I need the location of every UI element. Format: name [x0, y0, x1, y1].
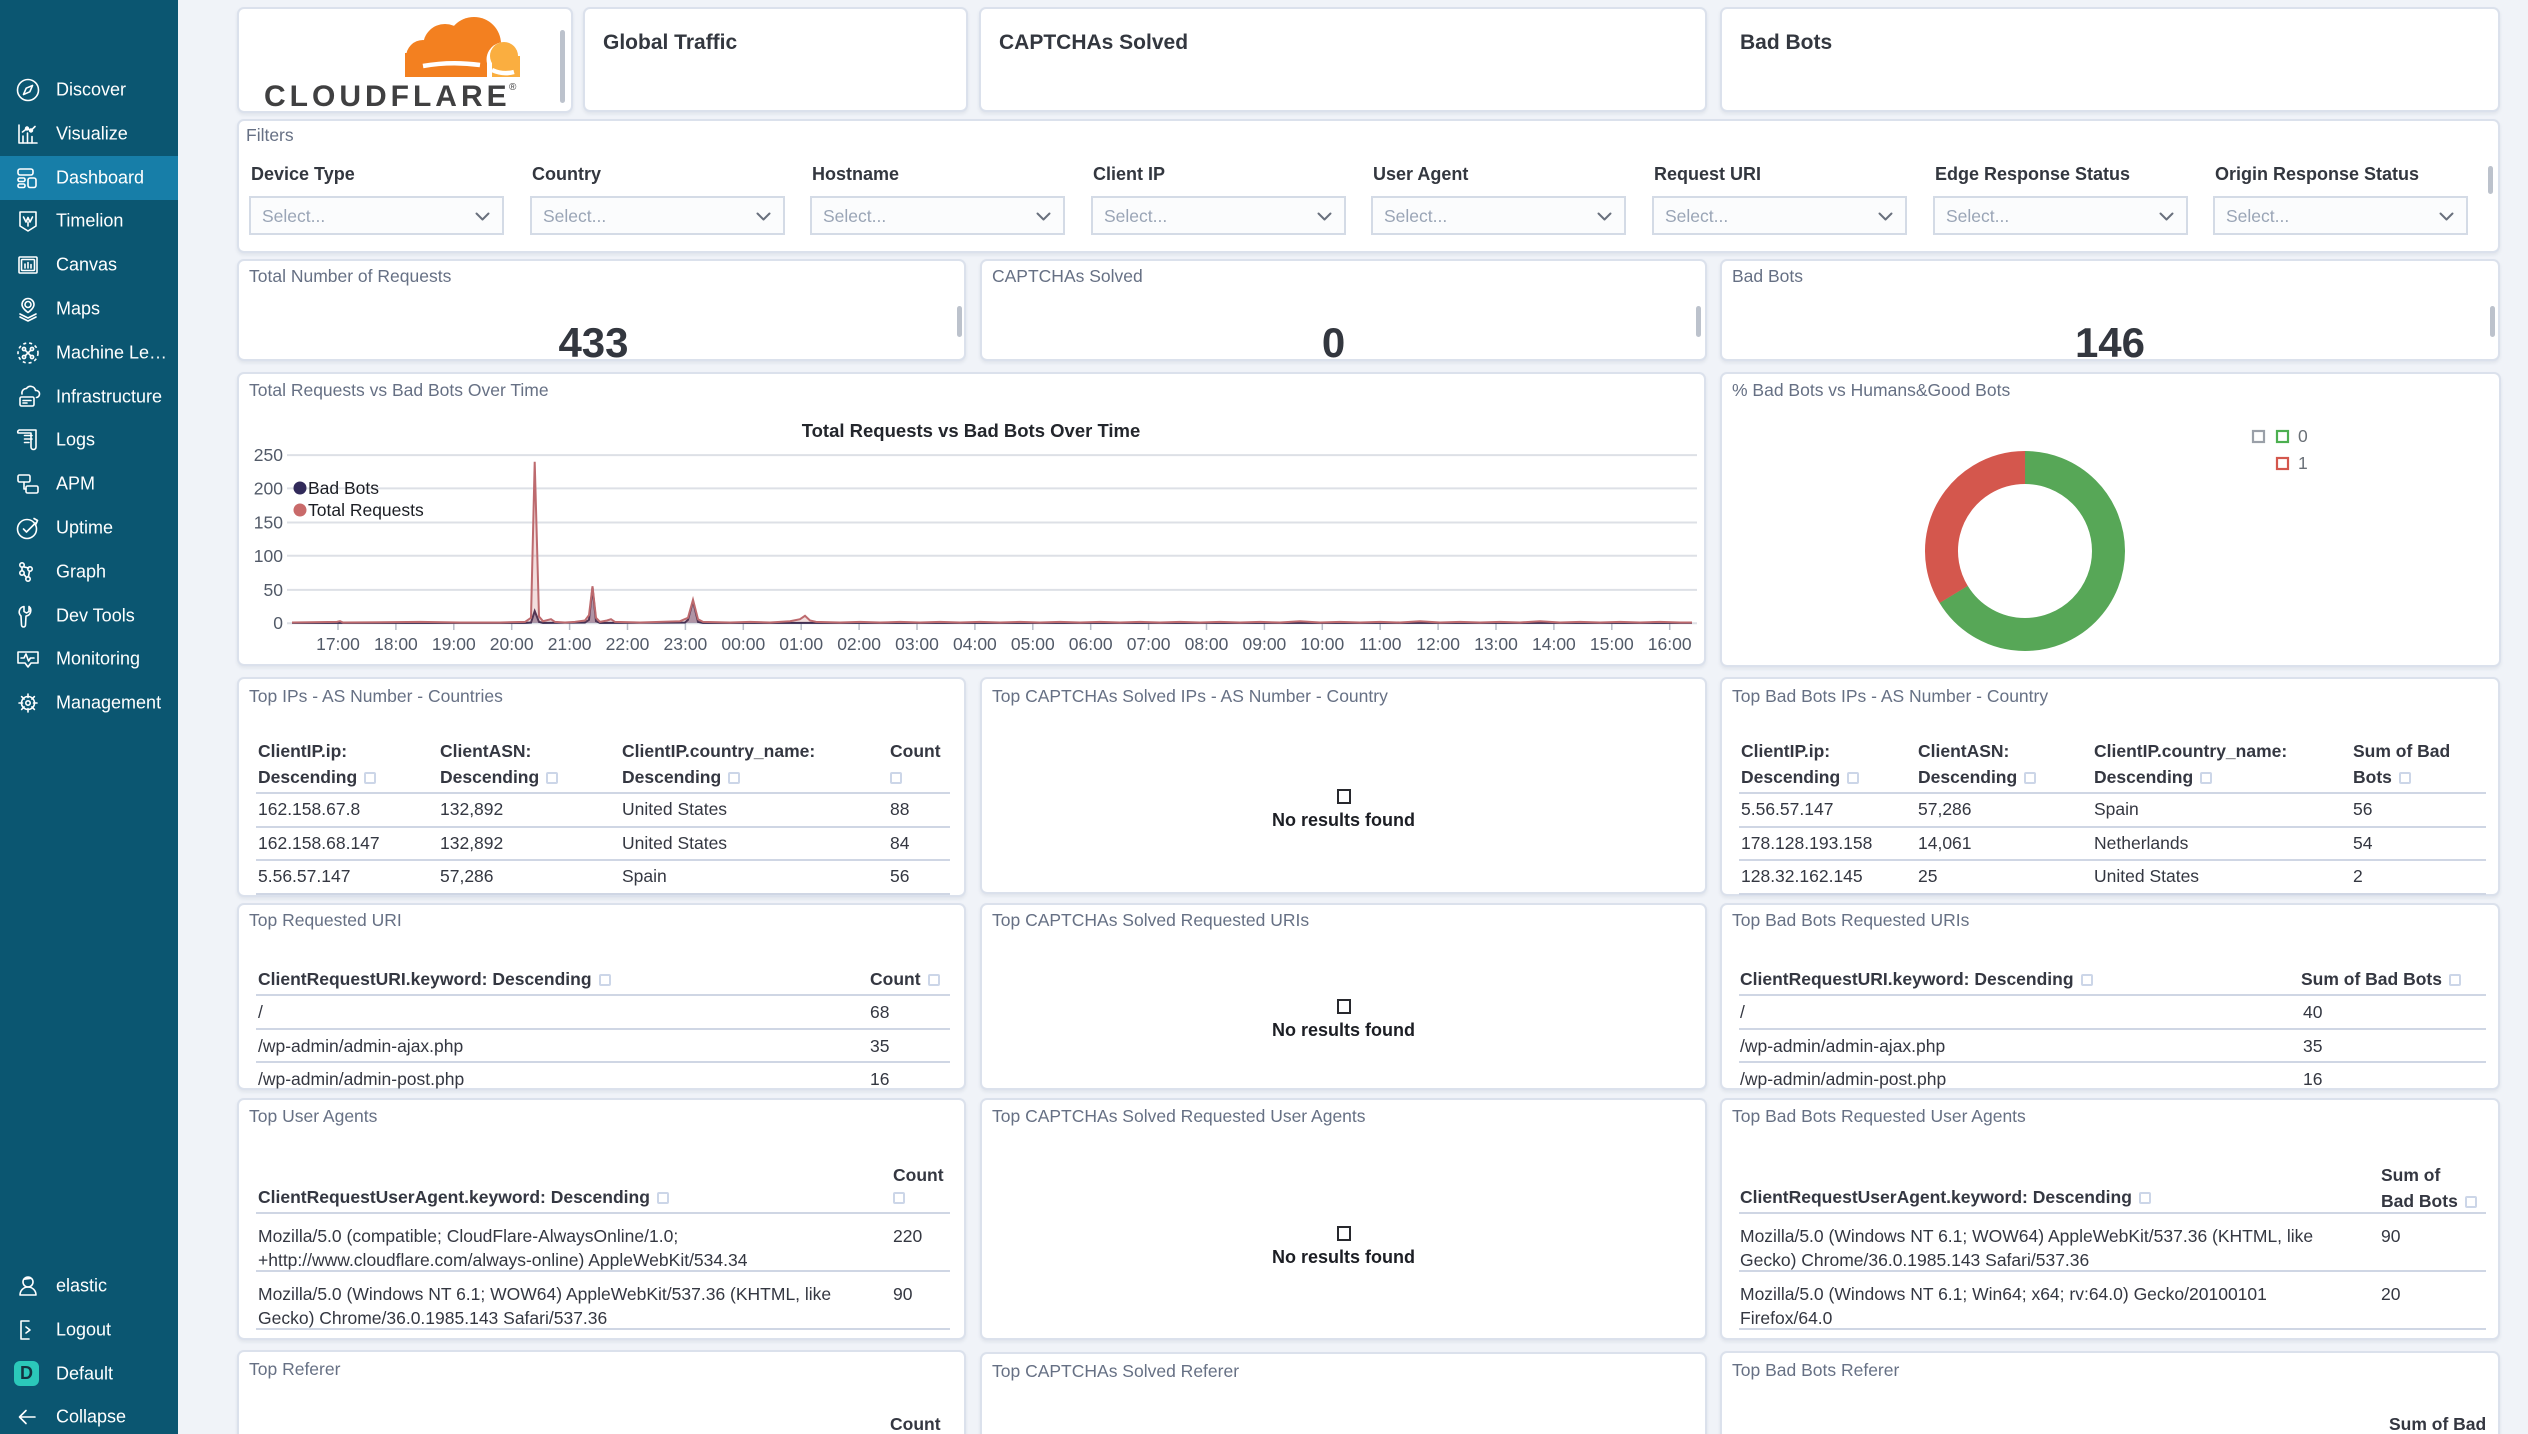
svg-text:200: 200 — [254, 478, 283, 498]
svg-text:10:00: 10:00 — [1300, 634, 1344, 654]
svg-text:20:00: 20:00 — [490, 634, 534, 654]
svg-text:16:00: 16:00 — [1648, 634, 1692, 654]
svg-text:12:00: 12:00 — [1416, 634, 1460, 654]
svg-text:06:00: 06:00 — [1069, 634, 1113, 654]
svg-text:150: 150 — [254, 513, 283, 533]
svg-text:22:00: 22:00 — [606, 634, 650, 654]
svg-text:01:00: 01:00 — [779, 634, 823, 654]
svg-text:®: ® — [509, 82, 517, 93]
svg-text:07:00: 07:00 — [1127, 634, 1171, 654]
svg-text:18:00: 18:00 — [374, 634, 418, 654]
svg-text:05:00: 05:00 — [1011, 634, 1055, 654]
svg-text:00:00: 00:00 — [721, 634, 765, 654]
svg-text:Total Requests vs Bad Bots Ove: Total Requests vs Bad Bots Over Time — [802, 420, 1141, 441]
svg-text:11:00: 11:00 — [1359, 634, 1402, 654]
svg-text:02:00: 02:00 — [837, 634, 881, 654]
svg-text:50: 50 — [264, 580, 284, 600]
svg-text:14:00: 14:00 — [1532, 634, 1576, 654]
svg-text:19:00: 19:00 — [432, 634, 476, 654]
svg-text:Total Requests: Total Requests — [308, 500, 424, 520]
svg-text:100: 100 — [254, 546, 283, 566]
svg-text:09:00: 09:00 — [1243, 634, 1287, 654]
svg-text:13:00: 13:00 — [1474, 634, 1518, 654]
svg-text:04:00: 04:00 — [953, 634, 997, 654]
svg-text:CLOUDFLARE: CLOUDFLARE — [264, 80, 511, 113]
svg-text:23:00: 23:00 — [664, 634, 708, 654]
svg-text:21:00: 21:00 — [548, 634, 592, 654]
svg-text:0: 0 — [2298, 426, 2308, 446]
svg-text:08:00: 08:00 — [1185, 634, 1229, 654]
svg-text:15:00: 15:00 — [1590, 634, 1634, 654]
svg-text:03:00: 03:00 — [895, 634, 939, 654]
svg-text:Bad Bots: Bad Bots — [308, 478, 379, 498]
svg-text:0: 0 — [273, 613, 283, 633]
svg-text:17:00: 17:00 — [316, 634, 360, 654]
svg-text:1: 1 — [2298, 453, 2308, 473]
svg-text:250: 250 — [254, 445, 283, 465]
